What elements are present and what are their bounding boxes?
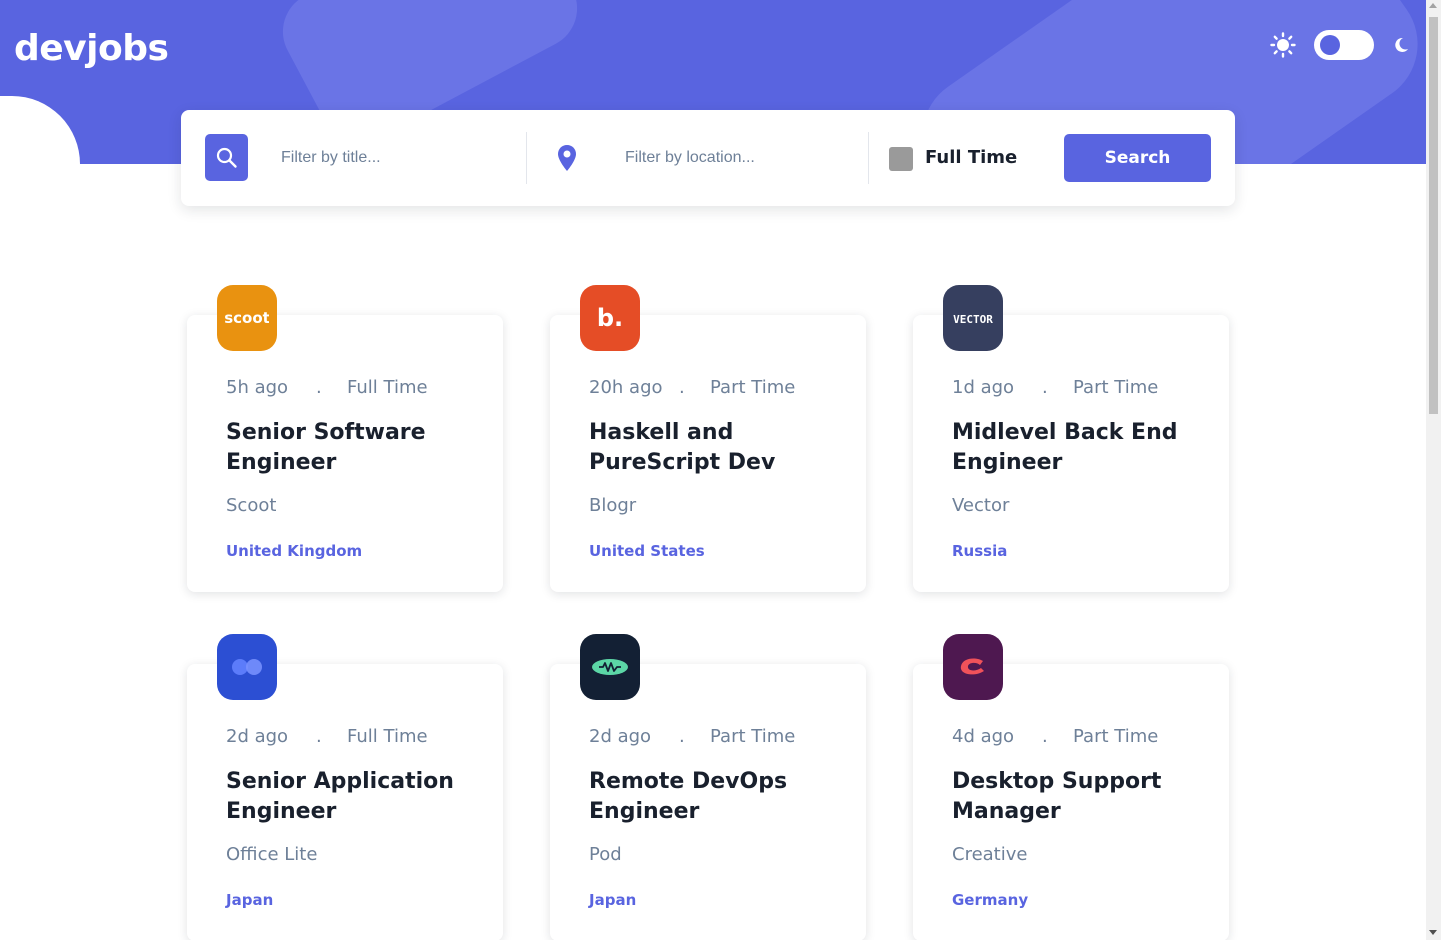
job-meta: 1d ago . Part Time <box>952 377 1212 398</box>
company-name: Scoot <box>226 495 277 516</box>
job-location: United Kingdom <box>226 542 363 560</box>
job-card[interactable]: 4d ago . Part Time Desktop Support Manag… <box>913 634 1229 940</box>
scrollbar-thumb[interactable] <box>1429 17 1438 414</box>
contract-type: Full Time <box>347 377 428 398</box>
job-location: Russia <box>952 542 1008 560</box>
job-card[interactable]: scoot 5h ago . Full Time Senior Software… <box>187 285 503 592</box>
full-time-label[interactable]: Full Time <box>925 147 1017 168</box>
site-logo[interactable]: devjobs <box>14 28 169 69</box>
contract-type: Part Time <box>710 377 796 398</box>
company-name: Creative <box>952 844 1028 865</box>
company-name: Office Lite <box>226 844 318 865</box>
contract-type: Full Time <box>347 726 428 747</box>
search-bar: Full Time Search <box>181 110 1235 206</box>
meta-separator: . <box>1042 377 1048 398</box>
job-card[interactable]: VECTOR 1d ago . Part Time Midlevel Back … <box>913 285 1229 592</box>
job-title[interactable]: Remote DevOps Engineer <box>589 767 839 827</box>
contract-type: Part Time <box>710 726 796 747</box>
job-card[interactable]: b. 20h ago . Part Time Haskell and PureS… <box>550 285 866 592</box>
job-meta: 4d ago . Part Time <box>952 726 1212 747</box>
scoot-logo-icon: scoot <box>225 309 269 327</box>
job-meta: 2d ago . Part Time <box>589 726 849 747</box>
search-button[interactable]: Search <box>1064 134 1211 182</box>
vector-logo-icon: VECTOR <box>953 313 993 326</box>
job-title[interactable]: Desktop Support Manager <box>952 767 1202 827</box>
pod-logo-icon <box>592 659 628 675</box>
divider <box>526 132 527 184</box>
job-meta: 2d ago . Full Time <box>226 726 486 747</box>
scroll-up-arrow-icon[interactable] <box>1429 3 1437 8</box>
theme-switch-knob <box>1320 35 1340 55</box>
posted-time: 4d ago <box>952 726 1015 747</box>
search-icon-button[interactable] <box>205 134 248 181</box>
company-name: Blogr <box>589 495 637 516</box>
vector-wordmark: VECTOR <box>953 313 993 326</box>
meta-separator: . <box>679 377 685 398</box>
job-title[interactable]: Midlevel Back End Engineer <box>952 418 1202 478</box>
job-title[interactable]: Haskell and PureScript Dev <box>589 418 839 478</box>
posted-time: 5h ago <box>226 377 289 398</box>
sun-icon <box>1270 32 1296 58</box>
company-logo-officelite <box>217 634 277 700</box>
scroll-down-arrow-icon[interactable] <box>1429 930 1437 935</box>
posted-time: 20h ago <box>589 377 663 398</box>
company-name: Pod <box>589 844 622 865</box>
posted-time: 1d ago <box>952 377 1015 398</box>
meta-separator: . <box>316 377 322 398</box>
job-card[interactable]: 2d ago . Full Time Senior Application En… <box>187 634 503 940</box>
contract-type: Part Time <box>1073 726 1159 747</box>
meta-separator: . <box>1042 726 1048 747</box>
location-filter-input[interactable] <box>625 146 845 170</box>
posted-time: 2d ago <box>589 726 652 747</box>
scoot-wordmark: scoot <box>225 309 269 327</box>
theme-toggle <box>1270 30 1410 60</box>
location-pin-icon <box>558 145 576 171</box>
job-location: Japan <box>226 891 274 909</box>
job-location: United States <box>589 542 705 560</box>
company-name: Vector <box>952 495 1010 516</box>
job-location: Japan <box>589 891 637 909</box>
moon-icon <box>1395 37 1408 52</box>
meta-separator: . <box>316 726 322 747</box>
officelite-logo-icon <box>232 659 262 675</box>
job-location: Germany <box>952 891 1029 909</box>
divider <box>868 132 869 184</box>
creative-logo-icon <box>960 658 984 675</box>
header-curve <box>0 96 80 164</box>
blogr-logo-icon: b. <box>597 306 623 330</box>
search-icon <box>216 147 237 168</box>
company-logo-creative <box>943 634 1003 700</box>
blogr-wordmark: b. <box>597 306 623 330</box>
posted-time: 2d ago <box>226 726 289 747</box>
company-logo-scoot: scoot <box>217 285 277 351</box>
company-logo-vector: VECTOR <box>943 285 1003 351</box>
job-meta: 20h ago . Part Time <box>589 377 849 398</box>
job-title[interactable]: Senior Application Engineer <box>226 767 476 827</box>
theme-switch[interactable] <box>1314 30 1374 60</box>
meta-separator: . <box>679 726 685 747</box>
company-logo-blogr: b. <box>580 285 640 351</box>
job-meta: 5h ago . Full Time <box>226 377 486 398</box>
job-card[interactable]: 2d ago . Part Time Remote DevOps Enginee… <box>550 634 866 940</box>
title-filter-input[interactable] <box>281 146 511 170</box>
company-logo-pod <box>580 634 640 700</box>
contract-type: Part Time <box>1073 377 1159 398</box>
job-title[interactable]: Senior Software Engineer <box>226 418 476 478</box>
page-scrollbar[interactable] <box>1426 0 1441 940</box>
full-time-checkbox[interactable] <box>889 147 913 171</box>
